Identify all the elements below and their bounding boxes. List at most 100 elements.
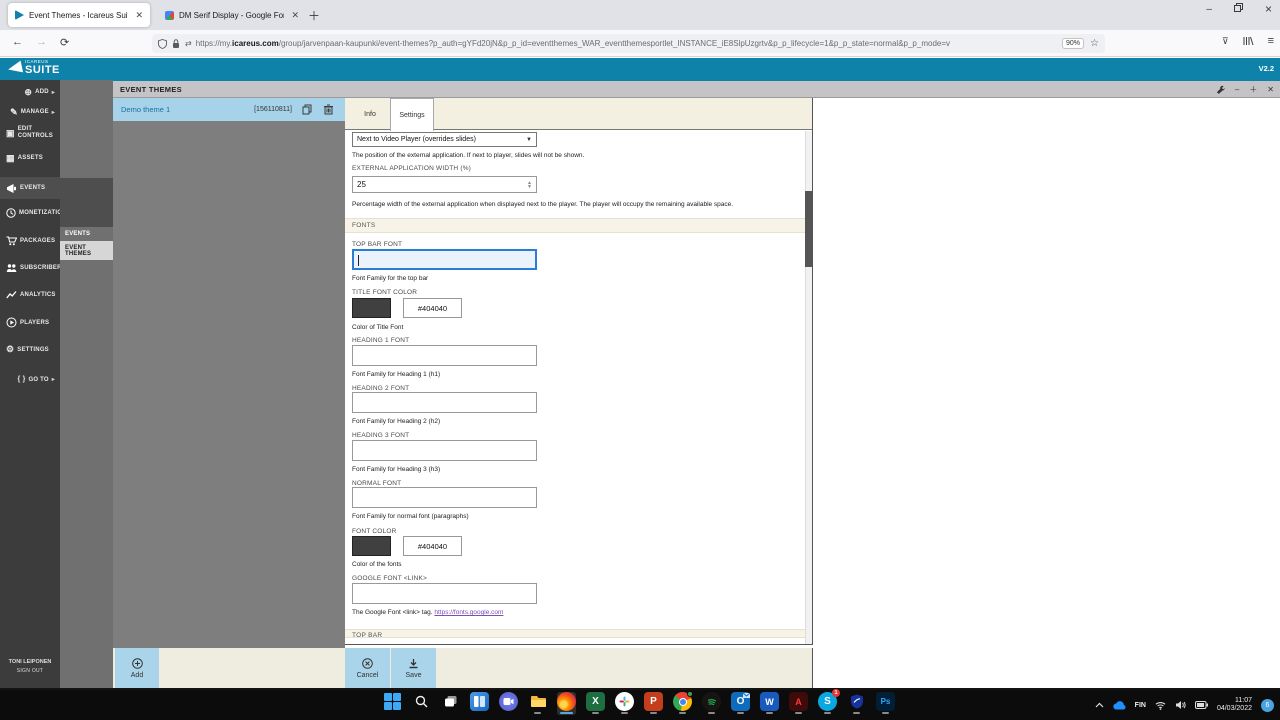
start-button[interactable]: [383, 692, 402, 715]
chrome-button[interactable]: [673, 691, 693, 715]
powerpoint-button[interactable]: P: [644, 692, 663, 715]
forward-icon[interactable]: →: [36, 36, 47, 48]
minimize-portlet-icon[interactable]: –: [1235, 85, 1239, 94]
top-bar-section-header: TOP BAR: [345, 629, 812, 638]
wrench-icon[interactable]: [1216, 85, 1225, 94]
menu-icon[interactable]: ≡: [1268, 35, 1274, 47]
maximize-portlet-icon[interactable]: ＋: [1249, 84, 1257, 95]
normal-font-input[interactable]: [352, 487, 537, 508]
save-button[interactable]: Save: [391, 648, 436, 688]
sidebar-item-subscribers[interactable]: SUBSCRIBERS: [0, 258, 66, 277]
reload-icon[interactable]: ⟳: [60, 36, 69, 49]
sidebar-item-add[interactable]: ⊕ ADD ▸: [0, 85, 60, 99]
shield-icon[interactable]: [158, 38, 167, 49]
heading1-font-input[interactable]: [352, 345, 537, 366]
cancel-circle-icon: [362, 657, 373, 669]
font-color-input[interactable]: #404040: [403, 536, 462, 556]
tab-close-icon[interactable]: ✕: [135, 10, 143, 21]
sidebar-item-go-to[interactable]: { } GO TO ▸: [0, 371, 60, 388]
sidebar-item-monetization[interactable]: MONETIZATION: [0, 204, 66, 222]
widgets-button[interactable]: [470, 692, 489, 715]
bookmark-star-icon[interactable]: ☆: [1090, 38, 1099, 49]
lock-icon[interactable]: [172, 38, 180, 49]
close-portlet-icon[interactable]: ✕: [1267, 85, 1274, 94]
sidebar-item-analytics[interactable]: ANALYTICS: [0, 286, 60, 304]
cart-icon: [6, 236, 17, 245]
firefox-button[interactable]: [557, 692, 576, 715]
spotify-button[interactable]: [702, 692, 721, 715]
photoshop-button[interactable]: Ps: [876, 692, 895, 715]
tray-expand-icon[interactable]: [1095, 702, 1104, 708]
external-width-input[interactable]: 25 ▲ ▼: [352, 176, 537, 193]
sidebar-item-edit-controls[interactable]: ▣ EDIT CONTROLS: [0, 122, 60, 144]
google-fonts-link[interactable]: https://fonts.google.com: [434, 609, 503, 616]
sidebar-item-events[interactable]: EVENTS: [0, 177, 60, 199]
sign-out-link[interactable]: SIGN OUT: [0, 668, 60, 674]
tab-settings[interactable]: Settings: [390, 98, 434, 131]
submenu-item-events[interactable]: EVENTS: [60, 227, 113, 240]
plus-circle-icon: ⊕: [24, 86, 33, 97]
google-fonts-favicon-icon: [165, 10, 174, 20]
volume-icon[interactable]: [1175, 700, 1186, 710]
teams-chat-button[interactable]: [499, 692, 518, 715]
excel-button[interactable]: X: [586, 692, 605, 715]
form-scrollbar-thumb[interactable]: [805, 191, 812, 267]
acrobat-button[interactable]: A: [789, 692, 808, 715]
battery-icon[interactable]: [1194, 701, 1208, 709]
submenu-item-event-themes[interactable]: EVENT THEMES: [60, 241, 113, 260]
onedrive-icon[interactable]: [1113, 700, 1126, 710]
external-width-label: EXTERNAL APPLICATION WIDTH (%): [352, 165, 472, 172]
theme-list-item-selected[interactable]: Demo theme 1 [156110811]: [113, 98, 345, 121]
window-minimize-button[interactable]: –: [1206, 4, 1212, 15]
sidebar-item-assets[interactable]: ▦ ASSETS: [0, 149, 60, 167]
heading2-font-input[interactable]: [352, 392, 537, 413]
library-icon[interactable]: [1243, 36, 1254, 46]
language-indicator[interactable]: FIN: [1135, 702, 1146, 709]
sidebar-item-packages[interactable]: PACKAGES: [0, 231, 60, 250]
task-view-button[interactable]: [441, 692, 460, 715]
heading3-font-input[interactable]: [352, 440, 537, 461]
sidebar-item-manage[interactable]: ✎ MANAGE ▸: [0, 105, 60, 119]
add-button[interactable]: Add: [115, 648, 159, 688]
browser-tab-google-fonts[interactable]: DM Serif Display - Google Fonts ✕: [158, 3, 306, 27]
skype-button[interactable]: S1: [818, 689, 840, 715]
wifi-icon[interactable]: [1155, 701, 1166, 710]
tab-close-icon[interactable]: ✕: [291, 10, 299, 21]
external-width-help: Percentage width of the external applica…: [352, 201, 734, 208]
zoom-level-badge[interactable]: 90%: [1062, 38, 1085, 49]
google-font-input[interactable]: [352, 583, 537, 604]
browser-tab-event-themes[interactable]: Event Themes - Icareus Suite ✕: [8, 3, 150, 27]
delete-icon[interactable]: [324, 104, 333, 115]
tab-info[interactable]: Info: [352, 98, 388, 130]
outlook-button[interactable]: O: [731, 692, 750, 715]
font-color-swatch[interactable]: [352, 536, 391, 556]
window-restore-button[interactable]: [1233, 3, 1243, 15]
f-secure-button[interactable]: [847, 692, 866, 715]
title-font-color-input[interactable]: #404040: [403, 298, 462, 318]
icareus-suite-logo[interactable]: ICAREUS SUITE: [6, 59, 60, 76]
duplicate-icon[interactable]: [302, 104, 312, 115]
url-text[interactable]: https://my.icareus.com/group/jarvenpaan-…: [196, 39, 1056, 48]
external-app-position-select[interactable]: Next to Video Player (overrides slides) …: [352, 132, 537, 147]
new-tab-button[interactable]: ＋: [308, 7, 320, 24]
top-bar-font-input[interactable]: [352, 249, 537, 270]
cancel-button[interactable]: Cancel: [345, 648, 390, 688]
url-bar[interactable]: ⇄ https://my.icareus.com/group/jarvenpaa…: [152, 34, 1105, 53]
skype-badge: 1: [832, 689, 840, 697]
sidebar-item-settings[interactable]: ⚙ SETTINGS: [0, 340, 60, 359]
search-button[interactable]: [412, 692, 431, 715]
file-explorer-button[interactable]: [528, 692, 547, 715]
clock[interactable]: 11:07 04/03/2022: [1217, 697, 1252, 713]
pocket-icon[interactable]: ⊽: [1222, 36, 1229, 47]
number-stepper-icon[interactable]: ▲ ▼: [527, 180, 532, 189]
theme-name[interactable]: Demo theme 1: [121, 105, 254, 114]
slack-button[interactable]: [615, 692, 634, 715]
window-close-button[interactable]: ×: [1265, 2, 1272, 16]
title-font-color-swatch[interactable]: [352, 298, 391, 318]
form-scrollbar[interactable]: [805, 131, 812, 644]
container-tab-icon[interactable]: ⇄: [185, 39, 192, 48]
back-icon[interactable]: ←: [12, 36, 23, 48]
notification-count-badge[interactable]: 6: [1261, 698, 1274, 712]
word-button[interactable]: W: [760, 692, 779, 715]
sidebar-item-players[interactable]: PLAYERS: [0, 313, 60, 332]
